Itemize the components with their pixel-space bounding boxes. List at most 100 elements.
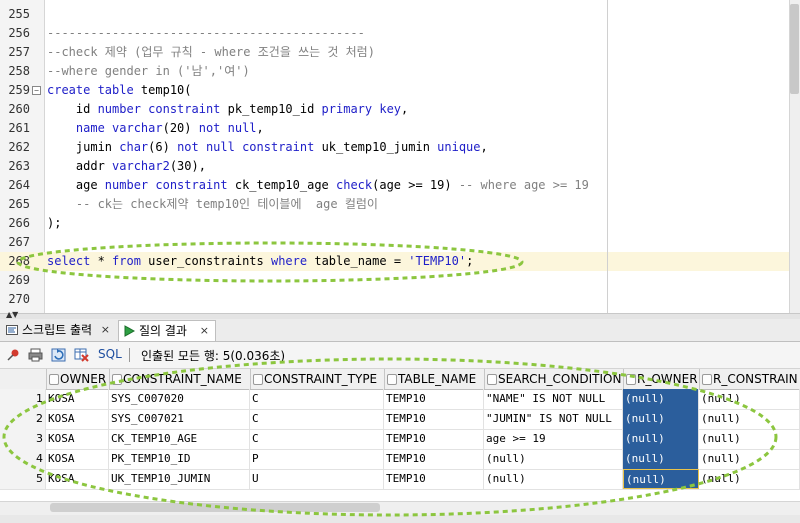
- sql-editor[interactable]: 255 256 ----------------------------------…: [0, 0, 800, 313]
- sql-text: (6): [148, 140, 178, 154]
- table-cell[interactable]: (null): [699, 469, 800, 489]
- table-cell[interactable]: (null): [623, 409, 699, 429]
- table-cell[interactable]: KOSA: [46, 449, 109, 469]
- table-cell[interactable]: (null): [699, 429, 800, 449]
- table-cell[interactable]: (null): [484, 469, 623, 489]
- code-line[interactable]: 270: [0, 290, 800, 309]
- table-cell[interactable]: UK_TEMP10_JUMIN: [109, 469, 250, 489]
- line-number: 270: [8, 292, 30, 306]
- sql-text: ;: [466, 254, 474, 268]
- column-type-icon: [487, 374, 497, 385]
- table-row[interactable]: 3 KOSA CK_TEMP10_AGE C TEMP10 age >= 19 (null)…: [0, 429, 800, 450]
- sql-keyword: char: [119, 140, 149, 154]
- code-line[interactable]: 266);: [0, 214, 800, 233]
- table-cell[interactable]: TEMP10: [384, 449, 484, 469]
- line-number: 262: [8, 140, 30, 154]
- code-text: --where gender in ('남','여'): [47, 62, 250, 81]
- column-header-constraint-type[interactable]: CONSTRAINT_TYPE: [250, 369, 385, 389]
- code-line[interactable]: 265 -- ck는 check제약 temp10인 테이블에 age 컬럼이: [0, 195, 800, 214]
- sql-text: (age >= 19): [372, 178, 459, 192]
- code-line-current[interactable]: 268 select * from user_constraints where …: [0, 252, 800, 271]
- tab-script-output-close[interactable]: ×: [101, 320, 110, 340]
- code-line[interactable]: 258 --where gender in ('남','여'): [0, 62, 800, 81]
- table-cell[interactable]: U: [250, 469, 384, 489]
- column-header-r-owner[interactable]: R_OWNER: [623, 369, 700, 389]
- column-header-label: CONSTRAINT_NAME: [123, 372, 242, 386]
- code-line[interactable]: 256 -------------------------------------…: [0, 24, 800, 43]
- code-line[interactable]: 269: [0, 271, 800, 290]
- code-line[interactable]: 257 --check 제약 (업무 규칙 - where 조건을 쓰는 것 처럼…: [0, 43, 800, 62]
- code-text: addr varchar2(30),: [47, 157, 206, 176]
- line-number: 269: [8, 273, 30, 287]
- column-header-constraint-name[interactable]: CONSTRAINT_NAME: [109, 369, 251, 389]
- code-line[interactable]: 261 name varchar(20) not null,: [0, 119, 800, 138]
- table-cell[interactable]: C: [250, 389, 384, 409]
- sql-keyword: varchar2: [112, 159, 170, 173]
- code-line[interactable]: 264 age number constraint ck_temp10_age …: [0, 176, 800, 195]
- table-cell[interactable]: (null): [484, 449, 623, 469]
- table-cell[interactable]: (null): [623, 449, 699, 469]
- table-cell[interactable]: (null): [699, 449, 800, 469]
- line-number: 266: [8, 216, 30, 230]
- table-row[interactable]: 4 KOSA PK_TEMP10_ID P TEMP10 (null) (null) (nul…: [0, 449, 800, 470]
- sql-text: age: [47, 178, 105, 192]
- table-cell[interactable]: TEMP10: [384, 469, 484, 489]
- editor-scroll-thumb[interactable]: [790, 4, 799, 94]
- table-cell[interactable]: TEMP10: [384, 429, 484, 449]
- code-line[interactable]: 262 jumin char(6) not null constraint uk…: [0, 138, 800, 157]
- code-line[interactable]: 259− create table temp10(: [0, 81, 800, 100]
- print-icon[interactable]: [28, 348, 43, 362]
- table-row[interactable]: 1 KOSA SYS_C007020 C TEMP10 "NAME" IS NOT NUL…: [0, 389, 800, 410]
- table-cell[interactable]: age >= 19: [484, 429, 623, 449]
- table-cell[interactable]: SYS_C007021: [109, 409, 250, 429]
- splitter-arrows-icon[interactable]: ▲▼: [6, 310, 18, 319]
- table-cell[interactable]: CK_TEMP10_AGE: [109, 429, 250, 449]
- table-cell[interactable]: PK_TEMP10_ID: [109, 449, 250, 469]
- code-line[interactable]: 260 id number constraint pk_temp10_id pr…: [0, 100, 800, 119]
- code-text: name varchar(20) not null,: [47, 119, 264, 138]
- tab-script-output[interactable]: 스크립트 출력 ×: [2, 320, 116, 340]
- table-cell[interactable]: (null): [623, 389, 699, 409]
- table-cell[interactable]: (null): [623, 429, 699, 449]
- table-cell[interactable]: KOSA: [46, 389, 109, 409]
- column-header-table-name[interactable]: TABLE_NAME: [384, 369, 485, 389]
- code-line[interactable]: 263 addr varchar2(30),: [0, 157, 800, 176]
- results-toolbar: SQL 인출된 모든 행: 5(0.036초): [0, 342, 800, 369]
- tab-query-result[interactable]: 질의 결과 ×: [118, 320, 216, 341]
- table-cell[interactable]: "NAME" IS NOT NULL: [484, 389, 623, 409]
- table-cell[interactable]: KOSA: [46, 409, 109, 429]
- sql-keyword: create table: [47, 83, 141, 97]
- table-cell[interactable]: C: [250, 409, 384, 429]
- column-type-icon: [626, 374, 636, 385]
- tab-query-result-label: 질의 결과: [139, 324, 187, 338]
- table-cell[interactable]: (null): [623, 469, 699, 489]
- column-header-owner[interactable]: OWNER: [46, 369, 110, 389]
- table-cell[interactable]: TEMP10: [384, 389, 484, 409]
- table-cell[interactable]: (null): [699, 409, 800, 429]
- code-line[interactable]: 267: [0, 233, 800, 252]
- sql-keyword: where: [270, 254, 315, 268]
- sql-button[interactable]: SQL: [98, 347, 122, 361]
- table-cell[interactable]: SYS_C007020: [109, 389, 250, 409]
- tab-query-result-close[interactable]: ×: [200, 321, 209, 341]
- refresh-icon[interactable]: [51, 348, 66, 362]
- table-cell[interactable]: C: [250, 429, 384, 449]
- query-result-grid[interactable]: OWNER CONSTRAINT_NAME CONSTRAINT_TYPE TABLE…: [0, 369, 800, 501]
- table-row[interactable]: 2 KOSA SYS_C007021 C TEMP10 "JUMIN" IS NOT NU…: [0, 409, 800, 430]
- sql-text: table_name =: [314, 254, 409, 268]
- column-header-r-constrain[interactable]: R_CONSTRAIN: [699, 369, 800, 389]
- table-cell[interactable]: "JUMIN" IS NOT NULL: [484, 409, 623, 429]
- code-line[interactable]: 255: [0, 5, 800, 24]
- fold-toggle-icon[interactable]: −: [32, 86, 41, 95]
- pin-icon[interactable]: [6, 348, 21, 362]
- table-cell[interactable]: P: [250, 449, 384, 469]
- grid-scroll-thumb[interactable]: [50, 503, 380, 512]
- sql-text: uk_temp10_jumin: [321, 140, 438, 154]
- table-row[interactable]: 5 KOSA UK_TEMP10_JUMIN U TEMP10 (null) (null)(…: [0, 469, 800, 490]
- table-cell[interactable]: TEMP10: [384, 409, 484, 429]
- column-header-search-condition[interactable]: SEARCH_CONDITION: [484, 369, 624, 389]
- table-cell[interactable]: (null): [699, 389, 800, 409]
- clear-results-icon[interactable]: [74, 348, 89, 362]
- table-cell[interactable]: KOSA: [46, 429, 109, 449]
- table-cell[interactable]: KOSA: [46, 469, 109, 489]
